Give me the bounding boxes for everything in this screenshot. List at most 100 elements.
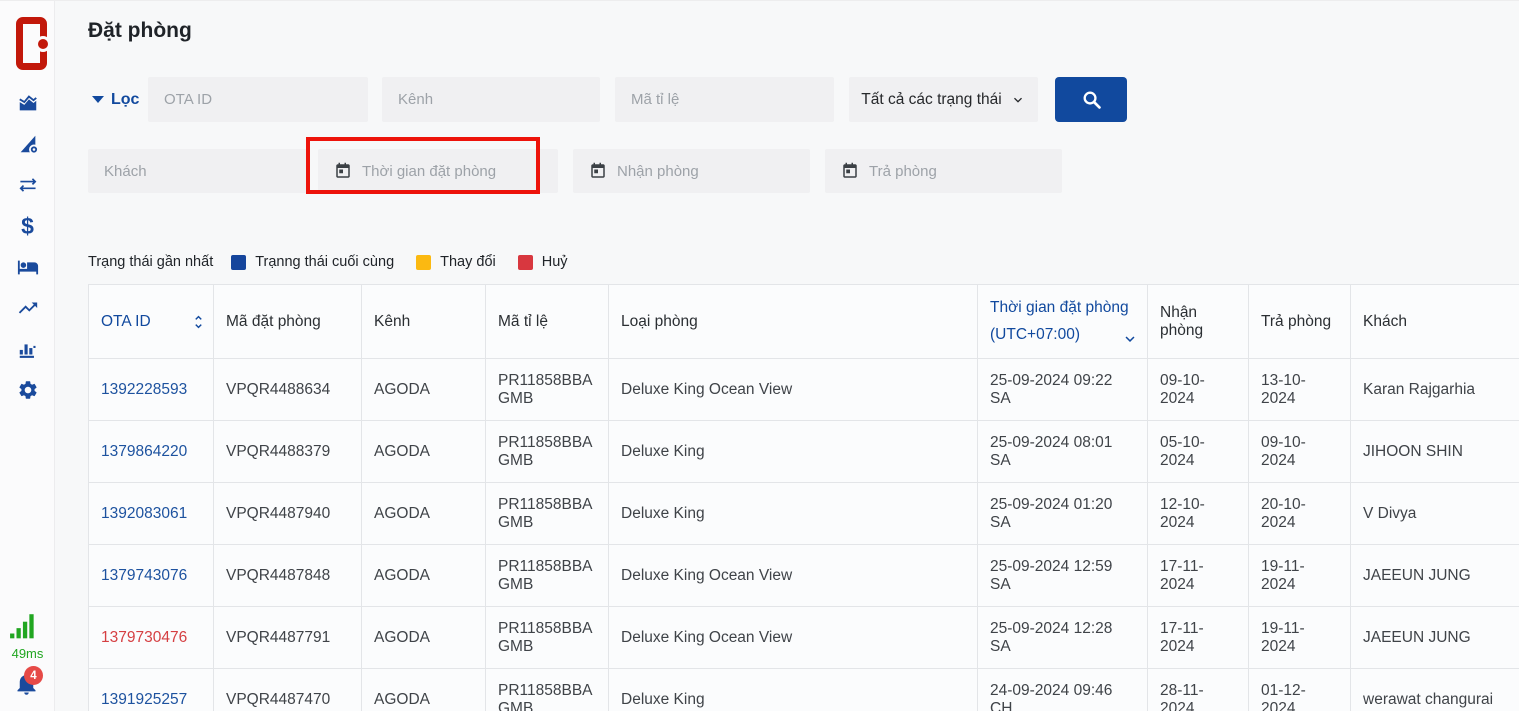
ota-id-link[interactable]: 1379730476 [101, 629, 187, 646]
gear-icon [17, 379, 39, 401]
cell-ota_id: 1392083061 [89, 483, 214, 545]
cell-booking_code: VPQR4488379 [214, 421, 362, 483]
column-header-rate_code: Mã tỉ lệ [486, 285, 609, 359]
column-label: Loại phòng [621, 313, 698, 330]
legend-swatch-change [416, 255, 431, 270]
cell-guest: Karan Rajgarhia [1351, 359, 1519, 421]
sidebar-item-dashboard[interactable] [17, 92, 39, 114]
ota-id-link[interactable]: 1391925257 [101, 691, 187, 708]
legend-label-final: Trạnng thái cuối cùng [255, 254, 394, 270]
cell-ota_id: 1379864220 [89, 421, 214, 483]
cell-channel: AGODA [362, 483, 486, 545]
cell-room_type: Deluxe King Ocean View [609, 607, 978, 669]
trending-up-icon [17, 297, 39, 319]
rate-settings-icon [17, 133, 39, 155]
table-row: 1392083061VPQR4487940AGODAPR11858BBAGMBD… [89, 483, 1519, 545]
cell-booked_at: 25-09-2024 12:28 SA [978, 607, 1148, 669]
latency-label: 49ms [0, 646, 55, 661]
bar-chart-icon [17, 338, 39, 360]
cell-room_type: Deluxe King [609, 483, 978, 545]
cell-booked_at: 25-09-2024 12:59 SA [978, 545, 1148, 607]
cell-booking_code: VPQR4487470 [214, 669, 362, 711]
cell-rate_code: PR11858BBAGMB [486, 359, 609, 421]
search-icon [1080, 88, 1103, 111]
cell-rate_code: PR11858BBAGMB [486, 545, 609, 607]
status-dropdown[interactable]: Tất cả các trạng thái [849, 77, 1038, 122]
column-label: Trả phòng [1261, 313, 1331, 330]
checkin-filter[interactable]: Nhận phòng [573, 149, 810, 193]
checkin-placeholder: Nhận phòng [617, 163, 699, 180]
cell-check_out: 01-12-2024 [1249, 669, 1351, 711]
checkout-filter[interactable]: Trả phòng [825, 149, 1062, 193]
cell-booked_at: 24-09-2024 09:46 CH [978, 669, 1148, 711]
cell-channel: AGODA [362, 607, 486, 669]
filter-toggle[interactable]: Lọc [92, 77, 139, 122]
guest-input[interactable]: Khách [88, 149, 308, 193]
ota-id-link[interactable]: 1379743076 [101, 567, 187, 584]
booking-time-placeholder: Thời gian đặt phòng [362, 163, 496, 180]
cell-check_out: 20-10-2024 [1249, 483, 1351, 545]
chevron-down-icon [92, 96, 104, 103]
status-legend: Trạng thái gần nhất Trạnng thái cuối cùn… [88, 254, 590, 270]
cell-check_out: 19-11-2024 [1249, 607, 1351, 669]
search-button[interactable] [1055, 77, 1127, 122]
sidebar-item-trends[interactable] [17, 297, 39, 319]
rate-code-input[interactable]: Mã tỉ lệ [615, 77, 834, 122]
column-header-booked_at[interactable]: Thời gian đặt phòng(UTC+07:00) [978, 285, 1148, 359]
bed-icon [17, 256, 39, 278]
cell-check_in: 17-11-2024 [1148, 607, 1249, 669]
table-body: 1392228593VPQR4488634AGODAPR11858BBAGMBD… [89, 359, 1519, 711]
notifications-bell[interactable]: 4 [13, 670, 47, 704]
channel-input[interactable]: Kênh [382, 77, 600, 122]
cell-check_out: 09-10-2024 [1249, 421, 1351, 483]
rate-code-placeholder: Mã tỉ lệ [631, 91, 679, 108]
cell-ota_id: 1379730476 [89, 607, 214, 669]
legend-swatch-final [231, 255, 246, 270]
sidebar: $ [0, 1, 55, 711]
sidebar-item-settings[interactable] [17, 379, 39, 401]
sidebar-item-rate-settings[interactable] [17, 133, 39, 155]
cell-check_in: 28-11-2024 [1148, 669, 1249, 711]
cell-guest: werawat changurai [1351, 669, 1519, 711]
column-label-line2: (UTC+07:00) [990, 326, 1135, 344]
cell-room_type: Deluxe King [609, 669, 978, 711]
cell-ota_id: 1379743076 [89, 545, 214, 607]
ota-id-link[interactable]: 1392228593 [101, 381, 187, 398]
cell-ota_id: 1392228593 [89, 359, 214, 421]
cell-room_type: Deluxe King Ocean View [609, 359, 978, 421]
column-label: OTA ID [101, 313, 151, 330]
sidebar-item-rooms[interactable] [17, 256, 39, 278]
checkout-placeholder: Trả phòng [869, 163, 937, 180]
sidebar-item-finance[interactable]: $ [17, 215, 39, 237]
ota-id-link[interactable]: 1392083061 [101, 505, 187, 522]
sidebar-item-reports[interactable] [17, 338, 39, 360]
column-header-guest: Khách [1351, 285, 1519, 359]
cell-booked_at: 25-09-2024 01:20 SA [978, 483, 1148, 545]
filter-toggle-label: Lọc [111, 91, 139, 109]
sidebar-nav: $ [0, 92, 55, 401]
column-header-check_in: Nhận phòng [1148, 285, 1249, 359]
ota-id-link[interactable]: 1379864220 [101, 443, 187, 460]
cell-guest: JIHOON SHIN [1351, 421, 1519, 483]
sort-unfold-icon [190, 313, 207, 330]
cell-rate_code: PR11858BBAGMB [486, 607, 609, 669]
calendar-icon [589, 162, 607, 180]
column-header-booking_code: Mã đặt phòng [214, 285, 362, 359]
legend-label-change: Thay đổi [440, 254, 496, 270]
booking-time-filter[interactable]: Thời gian đặt phòng [318, 149, 558, 193]
column-label: Mã tỉ lệ [498, 313, 548, 330]
app-logo-door-icon[interactable] [16, 17, 47, 70]
door-knob-dot [38, 39, 48, 49]
ota-id-input[interactable]: OTA ID [148, 77, 368, 122]
column-header-ota_id[interactable]: OTA ID [89, 285, 214, 359]
cell-check_in: 17-11-2024 [1148, 545, 1249, 607]
booking-management-app: $ [0, 0, 1519, 711]
column-label: Kênh [374, 313, 410, 330]
bookings-table: OTA ID Mã đặt phòng Kênh Mã tỉ lệ Loại phòng… [88, 284, 1519, 711]
table-header-row: OTA ID Mã đặt phòng Kênh Mã tỉ lệ Loại phòng… [89, 285, 1519, 359]
table-row: 1392228593VPQR4488634AGODAPR11858BBAGMBD… [89, 359, 1519, 421]
cell-ota_id: 1391925257 [89, 669, 214, 711]
cell-booked_at: 25-09-2024 09:22 SA [978, 359, 1148, 421]
guest-placeholder: Khách [104, 163, 147, 180]
sidebar-item-transfers[interactable] [17, 174, 39, 196]
